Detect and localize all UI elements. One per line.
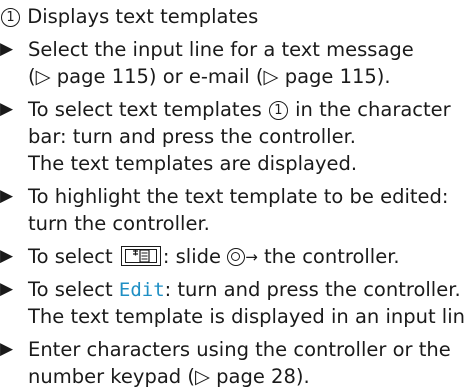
step-1: ▶ Select the input line for a text messa… [0, 36, 464, 90]
bullet-icon: ▶ [0, 279, 14, 299]
callout-number-1: 1 [268, 101, 288, 120]
step-2-line-2: bar: turn and press the controller. [28, 125, 357, 148]
step-1-line-1: Select the input line for a text message [28, 38, 414, 61]
step-3-line-1: To highlight the text template to be edi… [28, 185, 449, 208]
bullet-icon: ▶ [0, 246, 14, 266]
slide-right-arrow-icon: → [245, 248, 258, 266]
bullet-icon: ▶ [0, 39, 14, 59]
step-5-line-1: To select Edit: turn and press the contr… [28, 278, 461, 301]
step-1-line-2: (▷ page 115) or e-mail (▷ page 115). [28, 65, 391, 88]
step-4: ▶ To select : slide → the controller. [0, 243, 464, 270]
bullet-icon: ▶ [0, 339, 14, 359]
step-3: ▶ To highlight the text template to be e… [0, 183, 464, 237]
instruction-page: 1 Displays text templates ▶ Select the i… [0, 0, 464, 388]
step-6-line-1: Enter characters using the controller or… [28, 338, 451, 361]
caption-text: Displays text templates [21, 5, 259, 28]
step-5: ▶ To select Edit: turn and press the con… [0, 276, 464, 330]
step-4-line-1: To select : slide → the controller. [28, 245, 400, 268]
step-5-line-2: The text template is displayed in an inp… [28, 305, 464, 328]
bullet-icon: ▶ [0, 99, 14, 119]
step-2-line-3: The text templates are displayed. [28, 152, 358, 175]
step-6-line-2: number keypad (▷ page 28). [28, 365, 310, 388]
bullet-icon: ▶ [0, 186, 14, 206]
step-2: ▶ To select text templates 1 in the char… [0, 96, 464, 177]
step-6: ▶ Enter characters using the controller … [0, 336, 464, 390]
callout-caption: 1 Displays text templates [0, 3, 464, 30]
step-2-line-1: To select text templates 1 in the charac… [28, 98, 451, 121]
callout-number-1: 1 [1, 8, 20, 27]
edit-menu-term: Edit [118, 279, 165, 301]
step-3-line-2: turn the controller. [28, 212, 210, 235]
controller-icon [227, 248, 246, 266]
text-template-key-icon [120, 246, 161, 266]
